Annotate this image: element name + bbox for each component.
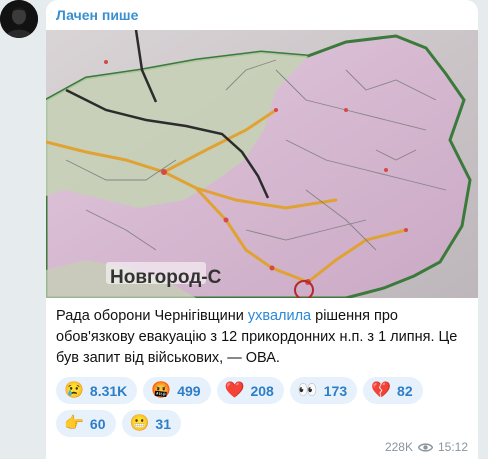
reaction-eyes[interactable]: 👀 173 bbox=[289, 377, 358, 404]
broken-heart-icon: 💔 bbox=[371, 381, 392, 399]
message-time: 15:12 bbox=[437, 440, 468, 454]
reactions-bar: 😢 8.31K 🤬 499 ❤️ 208 👀 173 💔 82 👉 60 😬 3… bbox=[56, 377, 476, 437]
reaction-crying[interactable]: 😢 8.31K bbox=[56, 377, 138, 404]
view-count: 228K bbox=[384, 440, 413, 454]
red-heart-icon: ❤️ bbox=[224, 381, 245, 399]
message-text-part: Рада оборони Чернігівщини bbox=[56, 308, 248, 324]
message-bubble: Лачен пише Новгород-С Рада оборони Черні… bbox=[46, 0, 478, 459]
eyes-icon: 👀 bbox=[297, 381, 318, 399]
chernihiv-map-image: Новгород-С bbox=[46, 30, 478, 298]
message-meta: 228K 15:12 bbox=[385, 440, 468, 454]
avatar-image bbox=[0, 0, 38, 38]
reaction-count: 173 bbox=[323, 382, 348, 399]
crying-face-icon: 😢 bbox=[64, 381, 84, 399]
angry-face-icon: 🤬 bbox=[151, 381, 172, 399]
reaction-count: 31 bbox=[155, 415, 171, 432]
message-photo[interactable]: Новгород-С bbox=[46, 30, 478, 298]
grimacing-face-icon: 😬 bbox=[129, 414, 150, 432]
reaction-count: 60 bbox=[89, 415, 106, 432]
reaction-pointing[interactable]: 👉 60 bbox=[56, 410, 116, 437]
message-link[interactable]: ухвалила bbox=[248, 308, 311, 324]
channel-avatar[interactable] bbox=[0, 0, 38, 38]
reaction-count: 82 bbox=[397, 382, 413, 399]
map-label: Новгород-С bbox=[110, 267, 222, 288]
reaction-broken-heart[interactable]: 💔 82 bbox=[363, 377, 423, 404]
reaction-grimacing[interactable]: 😬 31 bbox=[121, 410, 181, 437]
pointing-hand-icon: 👉 bbox=[64, 414, 84, 432]
reaction-count: 499 bbox=[177, 382, 201, 399]
eye-icon bbox=[417, 442, 433, 453]
message-text: Рада оборони Чернігівщини ухвалила рішен… bbox=[56, 306, 472, 369]
reaction-heart[interactable]: ❤️ 208 bbox=[216, 377, 284, 404]
reaction-count: 8.31K bbox=[89, 382, 128, 399]
reaction-count: 208 bbox=[250, 382, 274, 399]
sender-name[interactable]: Лачен пише bbox=[56, 6, 138, 24]
reaction-angry[interactable]: 🤬 499 bbox=[143, 377, 211, 404]
